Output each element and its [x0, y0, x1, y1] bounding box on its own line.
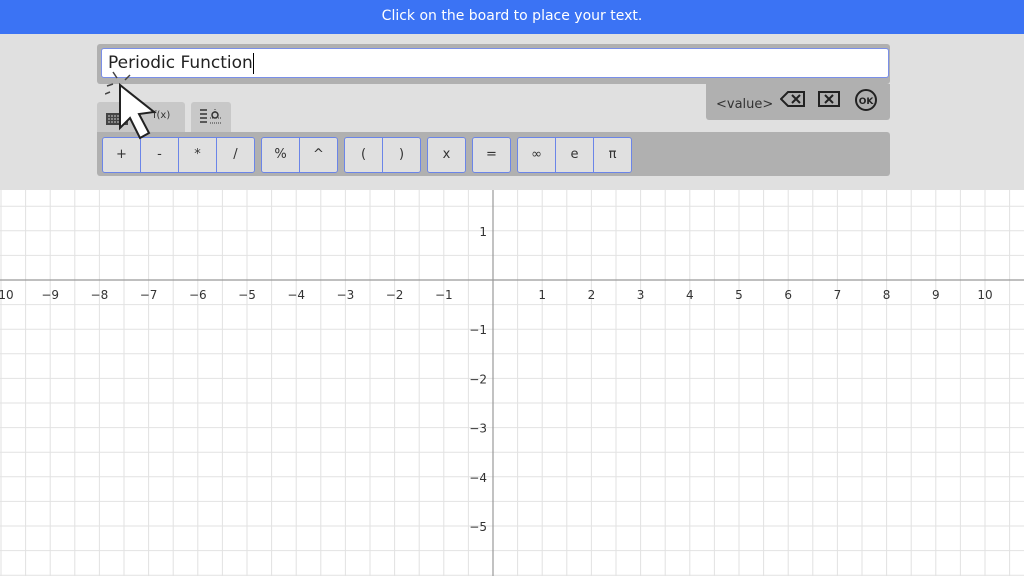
- x-tick-label: 4: [686, 288, 694, 302]
- key-button[interactable]: x: [428, 138, 465, 172]
- x-tick-label: −6: [189, 288, 207, 302]
- input-actions: <value> OK: [706, 84, 890, 120]
- instruction-banner: Click on the board to place your text.: [0, 0, 1024, 34]
- backspace-icon[interactable]: [779, 91, 806, 111]
- key-button[interactable]: e: [556, 138, 594, 172]
- key-group: =: [472, 137, 511, 173]
- x-tick-label: −5: [238, 288, 256, 302]
- value-button[interactable]: <value>: [716, 97, 773, 112]
- x-tick-label: −1: [435, 288, 453, 302]
- key-button[interactable]: π: [594, 138, 631, 172]
- y-tick-label: 1: [479, 225, 487, 239]
- text-input-container: Periodic Function: [97, 44, 890, 84]
- key-button[interactable]: ^: [300, 138, 337, 172]
- keypad: + - * /% ^() x = ∞ e π: [97, 132, 890, 176]
- key-button[interactable]: /: [217, 138, 254, 172]
- key-button[interactable]: *: [179, 138, 217, 172]
- x-tick-label: −3: [337, 288, 355, 302]
- key-button[interactable]: =: [473, 138, 510, 172]
- clear-icon[interactable]: [818, 91, 840, 111]
- x-tick-label: 6: [784, 288, 792, 302]
- tab-format[interactable]: [191, 102, 231, 132]
- x-tick-label: 10: [977, 288, 992, 302]
- y-tick-label: −4: [469, 471, 487, 485]
- x-tick-label: −2: [386, 288, 404, 302]
- key-button[interactable]: (: [345, 138, 383, 172]
- y-tick-label: −1: [469, 323, 487, 337]
- y-tick-label: −5: [469, 520, 487, 534]
- y-tick-label: −2: [469, 372, 487, 386]
- mouse-cursor-icon: [104, 70, 175, 149]
- x-tick-label: −10: [0, 288, 14, 302]
- x-tick-label: −8: [91, 288, 109, 302]
- x-tick-label: 7: [834, 288, 842, 302]
- graph-board[interactable]: −10 −9 −8 −7 −6 −5 −4 −3 −2 −1 1 2 3 4 5 6 7 8 9 10 1 −1 −2 −3 −…: [0, 190, 1024, 576]
- x-tick-label: 3: [637, 288, 645, 302]
- key-button[interactable]: ∞: [518, 138, 556, 172]
- ok-icon[interactable]: OK: [854, 88, 878, 116]
- key-group: ∞ e π: [517, 137, 632, 173]
- key-button[interactable]: ): [383, 138, 420, 172]
- x-tick-label: 1: [538, 288, 546, 302]
- svg-text:OK: OK: [859, 97, 875, 107]
- key-group: x: [427, 137, 466, 173]
- x-tick-label: −9: [41, 288, 59, 302]
- text-input[interactable]: Periodic Function: [101, 48, 889, 78]
- x-tick-label: 8: [883, 288, 891, 302]
- x-tick-label: −4: [287, 288, 305, 302]
- key-group: (): [344, 137, 421, 173]
- text-caret: [252, 52, 254, 74]
- x-tick-label: 2: [588, 288, 596, 302]
- x-tick-label: 5: [735, 288, 743, 302]
- key-group: % ^: [261, 137, 338, 173]
- key-button[interactable]: %: [262, 138, 300, 172]
- format-icon: [199, 108, 223, 130]
- x-tick-label: 9: [932, 288, 940, 302]
- y-tick-label: −3: [469, 422, 487, 436]
- x-tick-label: −7: [140, 288, 158, 302]
